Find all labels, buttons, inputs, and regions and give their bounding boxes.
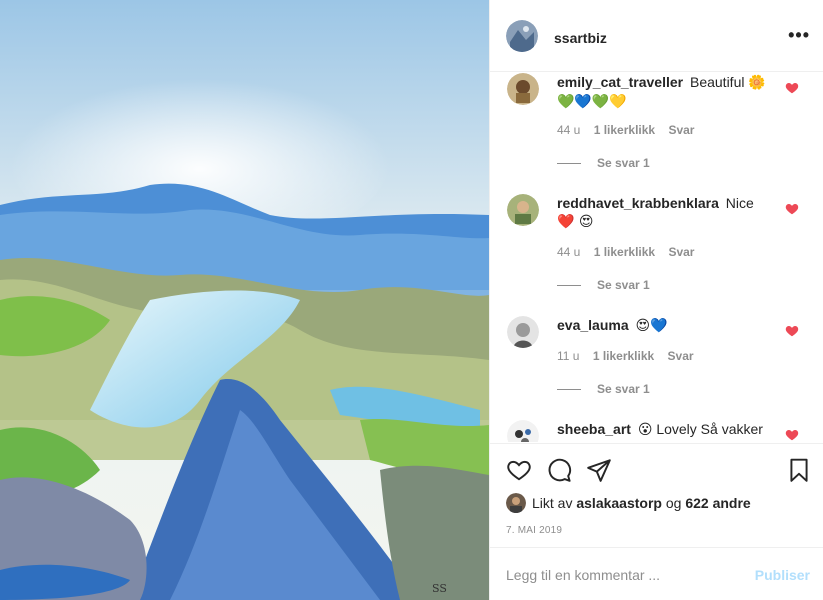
comment-meta: 11 u 1 likerklikk Svar: [557, 349, 704, 363]
save-bookmark-icon[interactable]: [786, 457, 812, 483]
comment-bubble-icon[interactable]: [546, 457, 572, 483]
view-replies-button[interactable]: Se svar 1: [557, 156, 650, 170]
comment-like-heart-icon[interactable]: [785, 428, 799, 442]
comment-like-heart-icon[interactable]: [785, 81, 799, 95]
comment-meta: 44 u 1 likerklikk Svar: [557, 123, 704, 137]
comment-body: Nice: [725, 195, 754, 211]
replies-divider: [557, 285, 581, 287]
post-header: ssartbiz •••: [490, 0, 823, 72]
view-replies-label: Se svar 1: [597, 382, 650, 396]
liked-by-mid: og: [665, 495, 682, 511]
replies-divider: [557, 389, 581, 391]
add-comment-bar: Legg til en kommentar ... Publiser: [490, 547, 823, 600]
comment-emoji: ❤️ 😍: [557, 214, 594, 230]
author-avatar[interactable]: [506, 20, 538, 52]
liked-by-count[interactable]: 622 andre: [685, 495, 750, 511]
reply-button[interactable]: Svar: [668, 349, 694, 363]
view-replies-label: Se svar 1: [597, 156, 650, 170]
comment-body: Lovely Så vakker: [656, 421, 763, 437]
comment-time: 11 u: [557, 349, 580, 363]
comment-text: eva_lauma 😍💙: [557, 316, 772, 335]
commenter-username[interactable]: eva_lauma: [557, 317, 629, 333]
commenter-avatar[interactable]: [507, 420, 539, 442]
comment-text: sheeba_art 😮 Lovely Så vakker: [557, 420, 772, 439]
commenter-username[interactable]: emily_cat_traveller: [557, 74, 683, 90]
comment-like-heart-icon[interactable]: [785, 202, 799, 216]
post-actions: Likt av aslakaastorp og 622 andre 7. MAI…: [490, 443, 823, 547]
commenter-avatar[interactable]: [507, 316, 539, 348]
liker-avatar[interactable]: [506, 493, 526, 513]
comment-likes-count[interactable]: 1 likerklikk: [593, 349, 654, 363]
post-date[interactable]: 7. MAI 2019: [506, 525, 562, 536]
post-image[interactable]: SS: [0, 0, 489, 600]
comment-meta: 44 u 1 likerklikk Svar: [557, 245, 704, 259]
liked-by-prefix: Likt av: [532, 495, 573, 511]
commenter-username[interactable]: sheeba_art: [557, 421, 631, 437]
view-replies-button[interactable]: Se svar 1: [557, 382, 650, 396]
commenter-avatar[interactable]: [507, 194, 539, 226]
post-side-panel: ssartbiz ••• emily_cat_traveller Beautif…: [489, 0, 823, 600]
painting-signature: SS: [432, 582, 447, 595]
liked-by-summary: Likt av aslakaastorp og 622 andre: [506, 493, 751, 513]
view-replies-label: Se svar 1: [597, 278, 650, 292]
comment-time: 44 u: [557, 123, 581, 137]
painting-canvas: SS: [0, 0, 489, 600]
share-paper-plane-icon[interactable]: [586, 457, 612, 483]
commenter-username[interactable]: reddhavet_krabbenklara: [557, 195, 719, 211]
comment-time: 44 u: [557, 245, 581, 259]
comment-emoji: 😍💙: [635, 318, 668, 334]
comment-like-heart-icon[interactable]: [785, 324, 799, 338]
liked-by-user[interactable]: aslakaastorp: [576, 495, 662, 511]
comment-input[interactable]: Legg til en kommentar ...: [506, 567, 660, 583]
comment-text: reddhavet_krabbenklara Nice ❤️ 😍: [557, 194, 772, 231]
reply-button[interactable]: Svar: [668, 245, 694, 259]
publish-button[interactable]: Publiser: [755, 567, 810, 583]
author-username[interactable]: ssartbiz: [554, 30, 607, 46]
comments-list[interactable]: emily_cat_traveller Beautiful 🌼 💚💙💚💛 44 …: [490, 73, 823, 442]
replies-divider: [557, 163, 581, 165]
more-options-icon[interactable]: •••: [788, 26, 810, 44]
comment-likes-count[interactable]: 1 likerklikk: [594, 245, 655, 259]
comment-text: emily_cat_traveller Beautiful 🌼 💚💙💚💛: [557, 73, 772, 111]
comment-emoji: 😮: [637, 422, 653, 438]
comment-likes-count[interactable]: 1 likerklikk: [594, 123, 655, 137]
view-replies-button[interactable]: Se svar 1: [557, 278, 650, 292]
commenter-avatar[interactable]: [507, 73, 539, 105]
reply-button[interactable]: Svar: [668, 123, 694, 137]
comment-body: Beautiful: [689, 74, 745, 90]
like-heart-icon[interactable]: [506, 457, 532, 483]
